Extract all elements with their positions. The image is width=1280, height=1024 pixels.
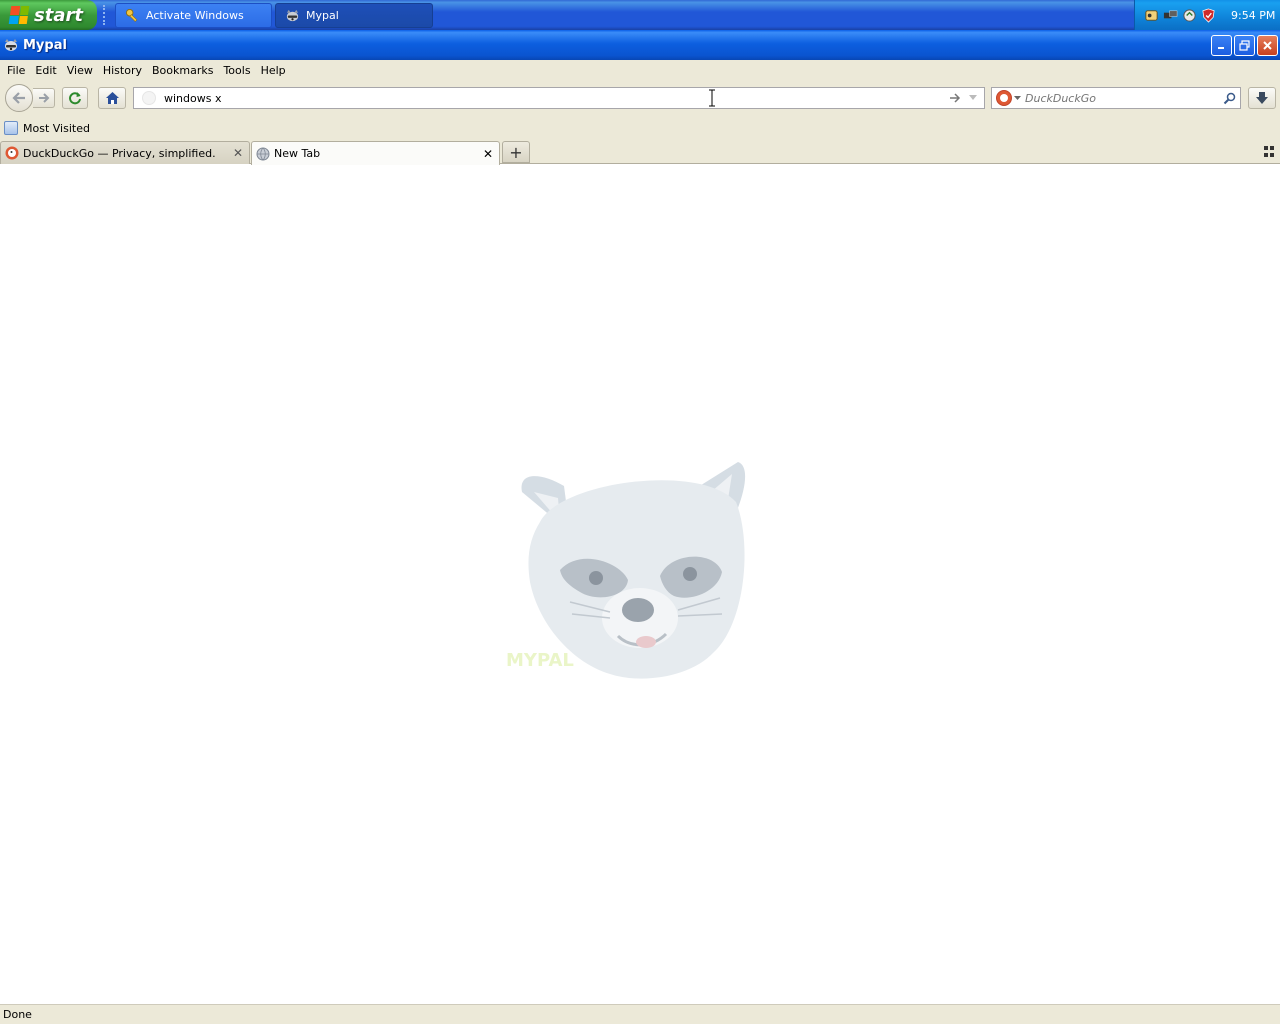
tab-close-icon[interactable]: ✕ [481,147,495,161]
menu-file[interactable]: File [2,64,30,77]
window-controls [1211,35,1278,56]
taskbar-grip[interactable] [103,5,107,25]
taskbar-item-label: Activate Windows [146,9,244,22]
home-icon [105,92,119,104]
back-button[interactable] [5,84,33,112]
bookmarks-toolbar: Most Visited [0,115,1280,141]
status-bar: Done [0,1004,1280,1024]
raccoon-icon [284,8,300,24]
menu-view[interactable]: View [62,64,98,77]
tab-label: New Tab [274,147,321,160]
taskbar-item-activate-windows[interactable]: Activate Windows [115,3,272,28]
globe-favicon-icon [256,147,270,161]
forward-arrow-icon [38,93,49,103]
page-content: MYPAL [0,164,1280,1004]
system-tray: 9:54 PM [1134,0,1280,30]
text-cursor-icon [708,89,716,107]
close-button[interactable] [1257,35,1278,56]
menu-edit[interactable]: Edit [30,64,61,77]
back-arrow-icon [12,92,25,104]
url-bar[interactable] [133,87,985,109]
url-history-dropdown-icon[interactable] [966,91,980,105]
home-button[interactable] [98,87,126,109]
search-magnifier-icon[interactable] [1222,91,1236,105]
menu-help[interactable]: Help [256,64,291,77]
tray-update-icon[interactable] [1181,7,1198,24]
go-arrow-icon[interactable] [948,91,962,105]
windows-logo-icon [8,6,30,24]
downloads-button[interactable] [1248,87,1276,109]
key-icon [124,8,140,24]
navigation-toolbar [0,81,1280,115]
restore-button[interactable] [1234,35,1255,56]
search-input[interactable] [1025,91,1215,105]
tray-security-shield-icon[interactable] [1200,7,1217,24]
mypal-raccoon-logo: MYPAL [506,462,746,679]
menu-tools[interactable]: Tools [218,64,255,77]
tray-app-icon[interactable] [1143,7,1160,24]
chevron-down-icon [1014,95,1021,100]
tab-duckduckgo[interactable]: DuckDuckGo — Privacy, simplified. ✕ [0,141,250,164]
duckduckgo-icon [996,90,1012,106]
search-bar[interactable] [991,87,1241,109]
tab-close-icon[interactable]: ✕ [231,146,245,160]
forward-button[interactable] [33,88,55,108]
search-engine-selector[interactable] [992,90,1025,106]
menu-bar: File Edit View History Bookmarks Tools H… [0,60,1280,81]
mypal-logo-text: MYPAL [506,650,574,671]
most-visited-folder-icon [4,121,18,135]
plus-icon: + [509,142,523,162]
tab-strip: DuckDuckGo — Privacy, simplified. ✕ New … [0,141,1280,165]
reload-button[interactable] [62,87,88,109]
taskbar-item-label: Mypal [306,9,339,22]
download-arrow-icon [1256,92,1268,104]
duckduckgo-favicon-icon [5,146,19,160]
tab-new-tab[interactable]: New Tab ✕ [251,141,500,165]
reload-icon [69,92,81,105]
taskbar-item-mypal[interactable]: Mypal [275,3,433,28]
menu-history[interactable]: History [98,64,147,77]
window-titlebar[interactable]: Mypal [0,30,1280,60]
menu-bookmarks[interactable]: Bookmarks [147,64,218,77]
new-tab-button[interactable]: + [502,141,530,163]
mypal-app-icon[interactable] [3,37,19,53]
list-all-tabs-button[interactable] [1264,146,1276,158]
tray-network-icon[interactable] [1162,7,1179,24]
start-label: start [34,4,83,26]
status-text: Done [3,1008,32,1021]
taskbar: start Activate Windows Mypal 9:54 PM [0,0,1280,30]
bookmark-most-visited[interactable]: Most Visited [23,122,90,135]
window-title: Mypal [23,37,67,53]
tab-label: DuckDuckGo — Privacy, simplified. [23,146,216,160]
site-identity-icon[interactable] [142,91,156,105]
url-input[interactable] [162,89,682,107]
minimize-button[interactable] [1211,35,1232,56]
start-button[interactable]: start [0,0,97,30]
clock[interactable]: 9:54 PM [1231,9,1275,22]
